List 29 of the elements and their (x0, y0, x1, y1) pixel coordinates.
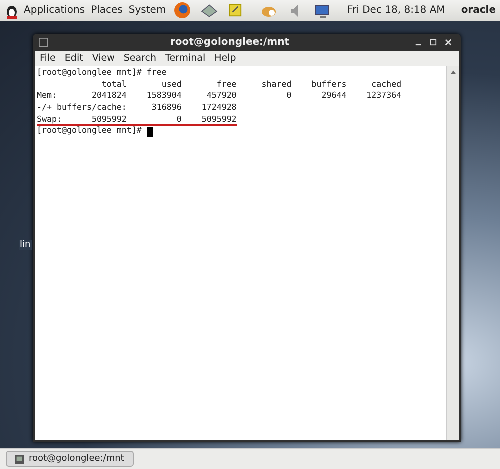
terminal-line: -/+ buffers/cache: 316896 1724928 (37, 103, 237, 114)
panel-menu[interactable]: Applications (24, 5, 86, 16)
scroll-up-arrow-icon[interactable] (450, 69, 456, 76)
desktop-icon-label[interactable]: lin (19, 240, 32, 250)
terminal-line: [root@golonglee mnt]# free (37, 68, 167, 79)
maximize-icon (430, 39, 437, 46)
taskbar-button[interactable]: root@golonglee:/mnt (6, 451, 134, 467)
menu-item[interactable]: Terminal (166, 53, 206, 64)
panel-menu[interactable]: Places (91, 5, 123, 16)
notepad-icon[interactable] (228, 3, 244, 18)
menu-item[interactable]: File (40, 53, 56, 64)
menu-item[interactable]: Edit (64, 53, 84, 64)
panel-menu[interactable]: System (128, 5, 166, 16)
browser-icon[interactable] (174, 2, 192, 19)
menu-item[interactable]: Search (124, 53, 156, 64)
user-name[interactable]: oracle (461, 5, 496, 16)
terminal-line: [root@golonglee mnt]# (37, 126, 143, 138)
terminal-line: total used free shared buffers cached (100, 80, 402, 91)
terminal-icon (39, 38, 48, 47)
window-title: root@golonglee:/mnt (169, 37, 291, 48)
terminal-line: Mem: 2041824 1583904 457920 0 29644 1237364 (37, 91, 402, 102)
clock[interactable]: Fri Dec 18, 8:18 AM (348, 5, 446, 16)
menu-item[interactable]: Help (214, 53, 236, 64)
close-icon (445, 39, 452, 46)
menu-item[interactable]: View (92, 53, 115, 64)
terminal-line: Swap: 5095992 0 5095992 (37, 114, 237, 126)
monitor-icon[interactable] (314, 2, 332, 18)
terminal-icon (15, 454, 24, 464)
scrollbar[interactable] (446, 66, 459, 440)
